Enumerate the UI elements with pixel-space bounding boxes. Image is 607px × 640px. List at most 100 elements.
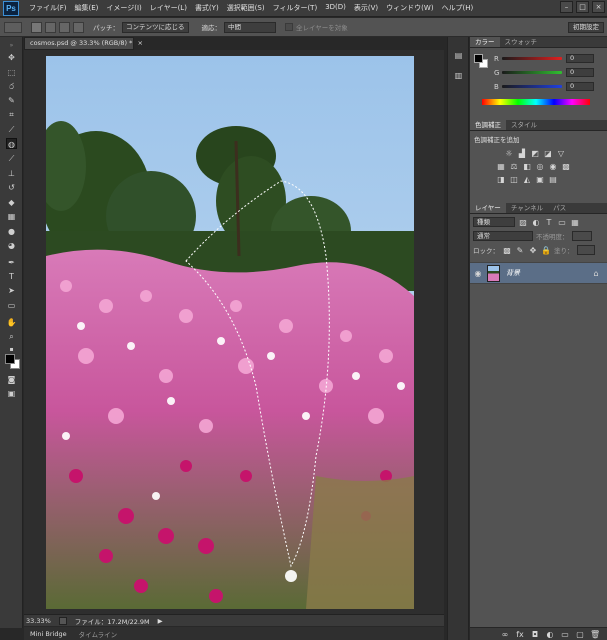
move-tool-icon[interactable]: ✥ [6, 52, 17, 63]
add-selection-icon[interactable] [45, 21, 56, 33]
menu-select[interactable]: 選択範囲(S) [223, 3, 269, 13]
maximize-button[interactable]: □ [576, 1, 589, 13]
tab-channels[interactable]: チャンネル [506, 203, 548, 213]
filter-type-icon[interactable]: T [544, 218, 554, 227]
quick-mask-icon[interactable]: ◙ [6, 374, 17, 385]
filter-pixel-icon[interactable]: ▨ [518, 218, 528, 227]
vibrance-adjust-icon[interactable]: ▽ [556, 149, 566, 158]
tab-color[interactable]: カラー [470, 37, 500, 47]
pen-tool-icon[interactable]: ✒ [6, 257, 17, 268]
gradient-tool-icon[interactable]: ▦ [6, 211, 17, 222]
sample-all-layers-checkbox[interactable] [285, 23, 293, 31]
invert-adjust-icon[interactable]: ◨ [496, 175, 506, 184]
channel-mixer-adjust-icon[interactable]: ◉ [548, 162, 558, 171]
image-canvas[interactable] [46, 56, 414, 609]
eyedropper-tool-icon[interactable]: ⟋ [6, 124, 17, 135]
tab-mini-bridge[interactable]: Mini Bridge [24, 630, 73, 638]
lock-pixels-icon[interactable]: ✎ [515, 246, 525, 255]
brightness-adjust-icon[interactable]: ☼ [504, 149, 514, 158]
filter-adjust-icon[interactable]: ◐ [531, 218, 541, 227]
opacity-field[interactable] [571, 231, 592, 241]
color-lookup-adjust-icon[interactable]: ▩ [561, 162, 571, 171]
intersect-selection-icon[interactable] [73, 21, 84, 33]
layer-row-background[interactable]: ◉ 背景 ⌂ [470, 262, 607, 284]
menu-type[interactable]: 書式(Y) [191, 3, 223, 13]
subtract-selection-icon[interactable] [59, 21, 70, 33]
new-layer-icon[interactable]: ▢ [575, 630, 585, 639]
gradient-map-adjust-icon[interactable]: ▤ [548, 175, 558, 184]
shape-tool-icon[interactable]: ▭ [6, 300, 17, 311]
threshold-adjust-icon[interactable]: ◭ [522, 175, 532, 184]
blur-tool-icon[interactable]: ● [6, 226, 17, 237]
channel-b-value[interactable]: 0 [566, 82, 594, 91]
tab-layers[interactable]: レイヤー [470, 203, 506, 213]
lock-all-icon[interactable]: 🔒 [541, 246, 551, 255]
channel-g-value[interactable]: 0 [566, 68, 594, 77]
photo-filter-adjust-icon[interactable]: ◎ [535, 162, 545, 171]
zoom-tool-icon[interactable]: ⌕ [6, 331, 17, 342]
lasso-tool-icon[interactable]: ර [6, 81, 17, 92]
menu-layer[interactable]: レイヤー(L) [146, 3, 191, 13]
initial-workspace-button[interactable]: 初期設定 [568, 22, 604, 33]
adapt-select[interactable]: 中間 [224, 21, 276, 33]
layers-kind-filter[interactable]: 種類 [473, 217, 515, 227]
filter-shape-icon[interactable]: ▭ [557, 218, 567, 227]
status-menu-arrow-icon[interactable]: ▶ [158, 617, 163, 625]
new-selection-icon[interactable] [31, 21, 42, 33]
layer-visibility-eye-icon[interactable]: ◉ [473, 269, 483, 278]
color-fg-swatch[interactable] [474, 54, 483, 63]
path-select-tool-icon[interactable]: ➤ [6, 285, 17, 296]
menu-window[interactable]: ウィンドウ(W) [382, 3, 437, 13]
tab-swatches[interactable]: スウォッチ [500, 37, 543, 47]
minimize-button[interactable]: – [560, 1, 573, 13]
patch-mode-select[interactable]: コンテンツに応じる [122, 21, 189, 33]
channel-r-value[interactable]: 0 [566, 54, 594, 63]
delete-layer-icon[interactable]: 🗑 [590, 630, 600, 639]
patch-tool-preset-icon[interactable] [4, 21, 22, 33]
screen-mode-icon[interactable]: ▣ [6, 388, 17, 399]
document-close-icon[interactable]: × [138, 39, 143, 47]
color-spectrum-ramp[interactable] [482, 99, 590, 105]
type-tool-icon[interactable]: T [6, 271, 17, 282]
foreground-color-swatch[interactable] [5, 354, 15, 364]
dodge-tool-icon[interactable]: ◕ [6, 240, 17, 251]
tab-adjustments[interactable]: 色調補正 [470, 120, 506, 130]
menu-3d[interactable]: 3D(D) [321, 3, 350, 13]
menu-help[interactable]: ヘルプ(H) [438, 3, 478, 13]
new-adjustment-icon[interactable]: ◐ [545, 630, 555, 639]
document-tab[interactable]: cosmos.psd @ 33.3% (RGB/8) * × [24, 37, 143, 50]
channel-g-slider[interactable] [502, 71, 562, 74]
channel-b-slider[interactable] [502, 85, 562, 88]
eraser-tool-icon[interactable]: ◆ [6, 197, 17, 208]
status-info-icon[interactable] [58, 616, 67, 625]
layer-name[interactable]: 背景 [506, 268, 520, 278]
zoom-level[interactable]: 33.33% [26, 617, 51, 625]
history-panel-icon[interactable]: ▤ [453, 51, 464, 62]
patch-tool-icon[interactable]: ◍ [6, 138, 17, 149]
brush-tool-icon[interactable]: ⟋ [6, 153, 17, 164]
tab-timeline[interactable]: タイムライン [73, 629, 124, 639]
fill-field[interactable] [576, 245, 595, 255]
bw-adjust-icon[interactable]: ◧ [522, 162, 532, 171]
menu-image[interactable]: イメージ(I) [102, 3, 145, 13]
properties-panel-icon[interactable]: ▥ [453, 71, 464, 82]
posterize-adjust-icon[interactable]: ◫ [509, 175, 519, 184]
channel-r-slider[interactable] [502, 57, 562, 60]
filter-smart-icon[interactable]: ▦ [570, 218, 580, 227]
close-button[interactable]: × [592, 1, 605, 13]
marquee-tool-icon[interactable]: ⬚ [6, 67, 17, 78]
history-brush-tool-icon[interactable]: ↺ [6, 182, 17, 193]
crop-tool-icon[interactable]: ⌗ [6, 109, 17, 120]
clone-stamp-tool-icon[interactable]: ⊥ [6, 168, 17, 179]
toolbar-collapse-icon[interactable]: » [6, 40, 17, 51]
lock-position-icon[interactable]: ✥ [528, 246, 538, 255]
link-layers-icon[interactable]: ∞ [500, 630, 510, 639]
lock-transparent-icon[interactable]: ▩ [502, 246, 512, 255]
levels-adjust-icon[interactable]: ▟ [517, 149, 527, 158]
color-balance-adjust-icon[interactable]: ⚖ [509, 162, 519, 171]
selective-color-adjust-icon[interactable]: ▣ [535, 175, 545, 184]
quick-select-tool-icon[interactable]: ✎ [6, 95, 17, 106]
tab-styles[interactable]: スタイル [506, 120, 542, 130]
curves-adjust-icon[interactable]: ◩ [530, 149, 540, 158]
layer-style-icon[interactable]: fx [515, 630, 525, 639]
